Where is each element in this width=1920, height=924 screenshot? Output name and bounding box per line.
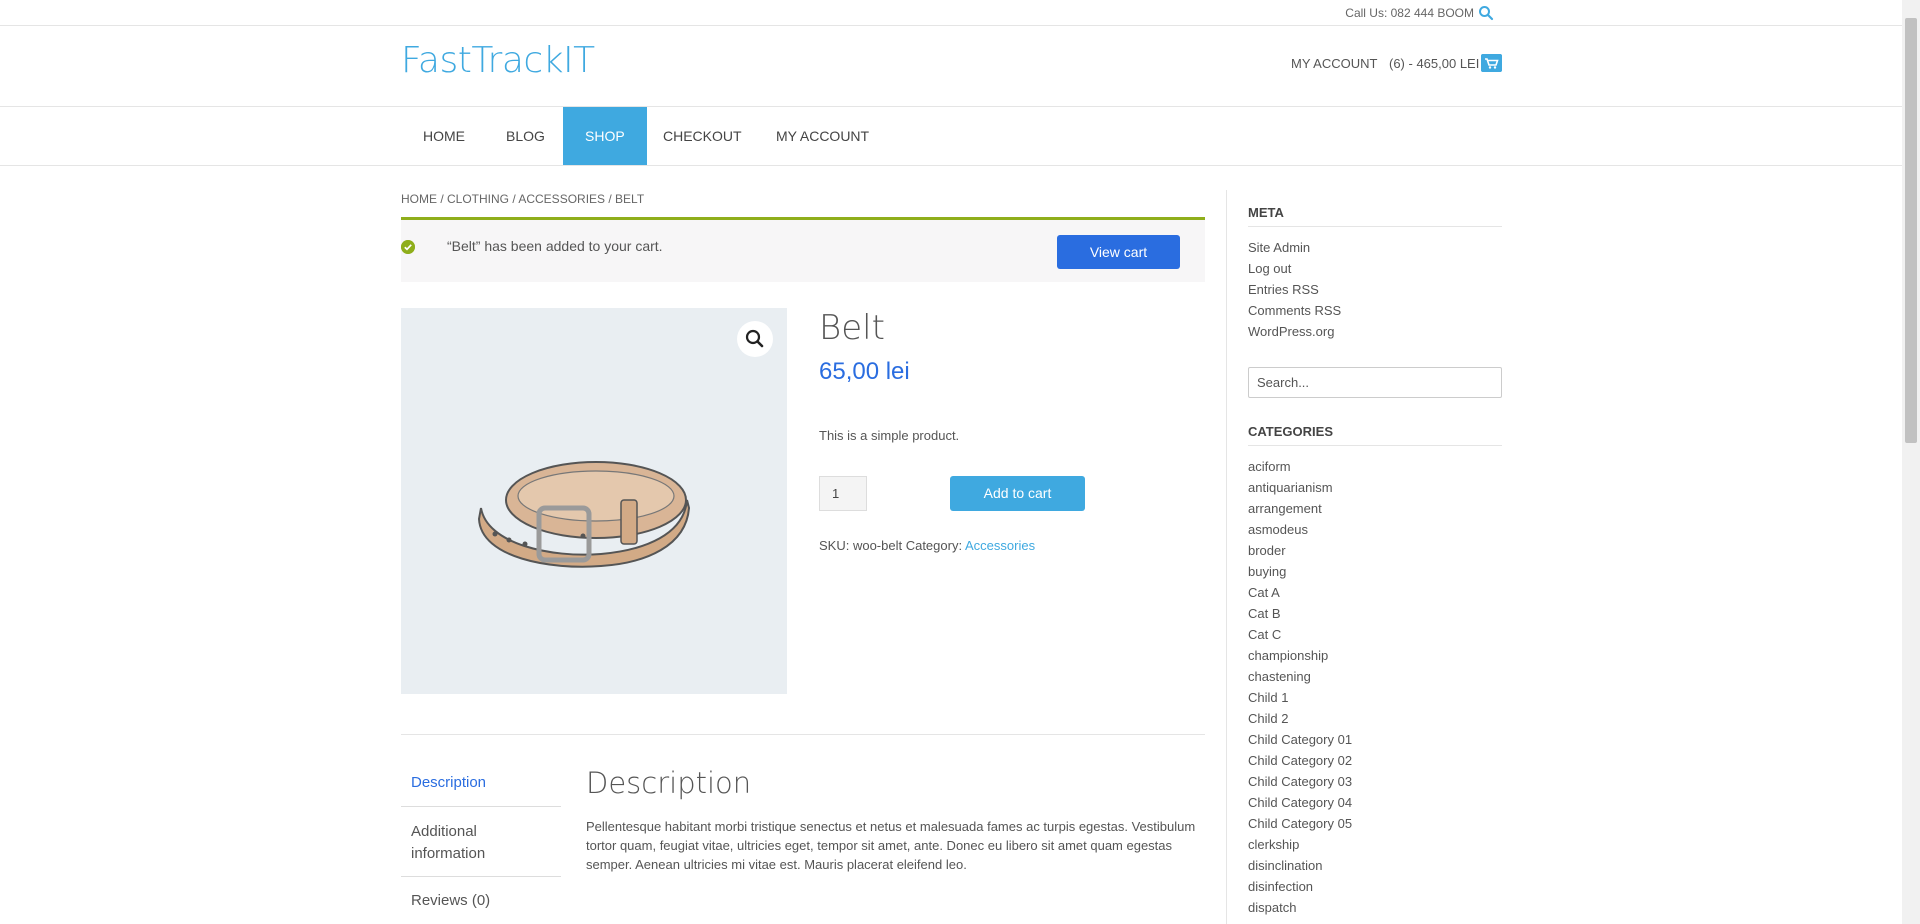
category-link[interactable]: aciform — [1248, 459, 1291, 474]
category-link[interactable]: Child Category 01 — [1248, 732, 1352, 747]
category-link[interactable]: buying — [1248, 564, 1286, 579]
category-link[interactable]: Child Category 03 — [1248, 774, 1352, 789]
product-title: Belt — [819, 308, 885, 348]
category-link[interactable]: Child Category 02 — [1248, 753, 1352, 768]
quantity-input[interactable]: 1 — [819, 476, 867, 511]
check-icon — [401, 240, 415, 254]
description-heading: Description — [586, 766, 752, 800]
meta-link-site-admin[interactable]: Site Admin — [1248, 240, 1310, 255]
product-image[interactable] — [401, 308, 787, 694]
category-link[interactable]: Cat C — [1248, 627, 1281, 642]
add-to-cart-button[interactable]: Add to cart — [950, 476, 1085, 511]
category-link[interactable]: disinfection — [1248, 879, 1313, 894]
category-link[interactable]: arrangement — [1248, 501, 1322, 516]
meta-link-entries-rss[interactable]: Entries RSS — [1248, 282, 1319, 297]
header-cart-summary[interactable]: (6) - 465,00 LEI — [1389, 56, 1479, 71]
nav-item-checkout[interactable]: CHECKOUT — [641, 107, 764, 165]
cart-icon[interactable] — [1481, 54, 1502, 72]
category-link[interactable]: dispatch — [1248, 900, 1296, 915]
sidebar-divider — [1226, 190, 1227, 924]
product-price: 65,00 lei — [819, 358, 910, 385]
category-link[interactable]: antiquarianism — [1248, 480, 1333, 495]
phone-text: Call Us: 082 444 BOOM — [1345, 6, 1474, 20]
scroll-up-arrow[interactable] — [1902, 0, 1920, 17]
category-link[interactable]: asmodeus — [1248, 522, 1308, 537]
tab-description[interactable]: Description — [401, 774, 561, 791]
nav-item-my-account[interactable]: MY ACCOUNT — [754, 107, 891, 165]
tab-additional-line-1: Additional — [411, 823, 477, 840]
nav-item-blog[interactable]: BLOG — [484, 107, 567, 165]
header-my-account-link[interactable]: MY ACCOUNT — [1291, 56, 1377, 71]
meta-link-comments-rss[interactable]: Comments RSS — [1248, 303, 1341, 318]
main-navigation: HOME BLOG SHOP CHECKOUT MY ACCOUNT — [0, 107, 1902, 166]
zoom-button[interactable] — [737, 321, 773, 357]
category-link[interactable]: Child 1 — [1248, 690, 1288, 705]
sku-label: SKU: woo-belt Category: — [819, 538, 963, 553]
tab-additional-line-2: information — [411, 845, 486, 862]
product-meta: SKU: woo-belt Category: Accessories — [819, 538, 1035, 553]
category-link[interactable]: Child Category 04 — [1248, 795, 1352, 810]
category-link[interactable]: disinclination — [1248, 858, 1322, 873]
category-link[interactable]: Cat B — [1248, 606, 1281, 621]
product-short-description: This is a simple product. — [819, 428, 960, 443]
tab-reviews[interactable]: Reviews (0) — [401, 892, 561, 909]
category-link[interactable]: Cat A — [1248, 585, 1280, 600]
categories-widget-title: CATEGORIES — [1248, 424, 1502, 446]
section-divider — [401, 734, 1205, 735]
category-link[interactable]: broder — [1248, 543, 1286, 558]
tab-separator — [401, 806, 561, 807]
category-link[interactable]: Accessories — [965, 538, 1035, 553]
meta-link-wordpress[interactable]: WordPress.org — [1248, 324, 1334, 339]
category-link[interactable]: chastening — [1248, 669, 1311, 684]
belt-illustration — [477, 461, 691, 568]
sidebar-search-input[interactable]: Search... — [1248, 367, 1502, 398]
nav-item-home[interactable]: HOME — [401, 107, 487, 165]
breadcrumb[interactable]: HOME / CLOTHING / ACCESSORIES / BELT — [401, 192, 644, 206]
category-link[interactable]: clerkship — [1248, 837, 1299, 852]
category-link[interactable]: Child 2 — [1248, 711, 1288, 726]
page-scrollbar[interactable] — [1902, 0, 1920, 924]
magnifier-icon — [745, 329, 764, 348]
category-link[interactable]: championship — [1248, 648, 1328, 663]
tab-additional-information[interactable]: Additional information — [401, 821, 561, 865]
nav-item-shop[interactable]: SHOP — [563, 107, 647, 165]
cart-notice: “Belt” has been added to your cart. View… — [401, 217, 1205, 282]
notice-message: “Belt” has been added to your cart. — [447, 238, 663, 254]
description-body: Pellentesque habitant morbi tristique se… — [586, 819, 1196, 872]
scroll-thumb[interactable] — [1905, 18, 1917, 443]
search-icon[interactable] — [1478, 5, 1494, 21]
top-bar: Call Us: 082 444 BOOM — [0, 0, 1902, 26]
view-cart-button[interactable]: View cart — [1057, 235, 1180, 269]
meta-widget-title: META — [1248, 205, 1502, 227]
tab-separator — [401, 876, 561, 877]
site-header: FastTrackIT MY ACCOUNT (6) - 465,00 LEI — [0, 26, 1902, 107]
meta-link-log-out[interactable]: Log out — [1248, 261, 1291, 276]
site-logo[interactable]: FastTrackIT — [401, 40, 595, 81]
category-link[interactable]: Child Category 05 — [1248, 816, 1352, 831]
scroll-down-arrow[interactable] — [1902, 907, 1920, 924]
